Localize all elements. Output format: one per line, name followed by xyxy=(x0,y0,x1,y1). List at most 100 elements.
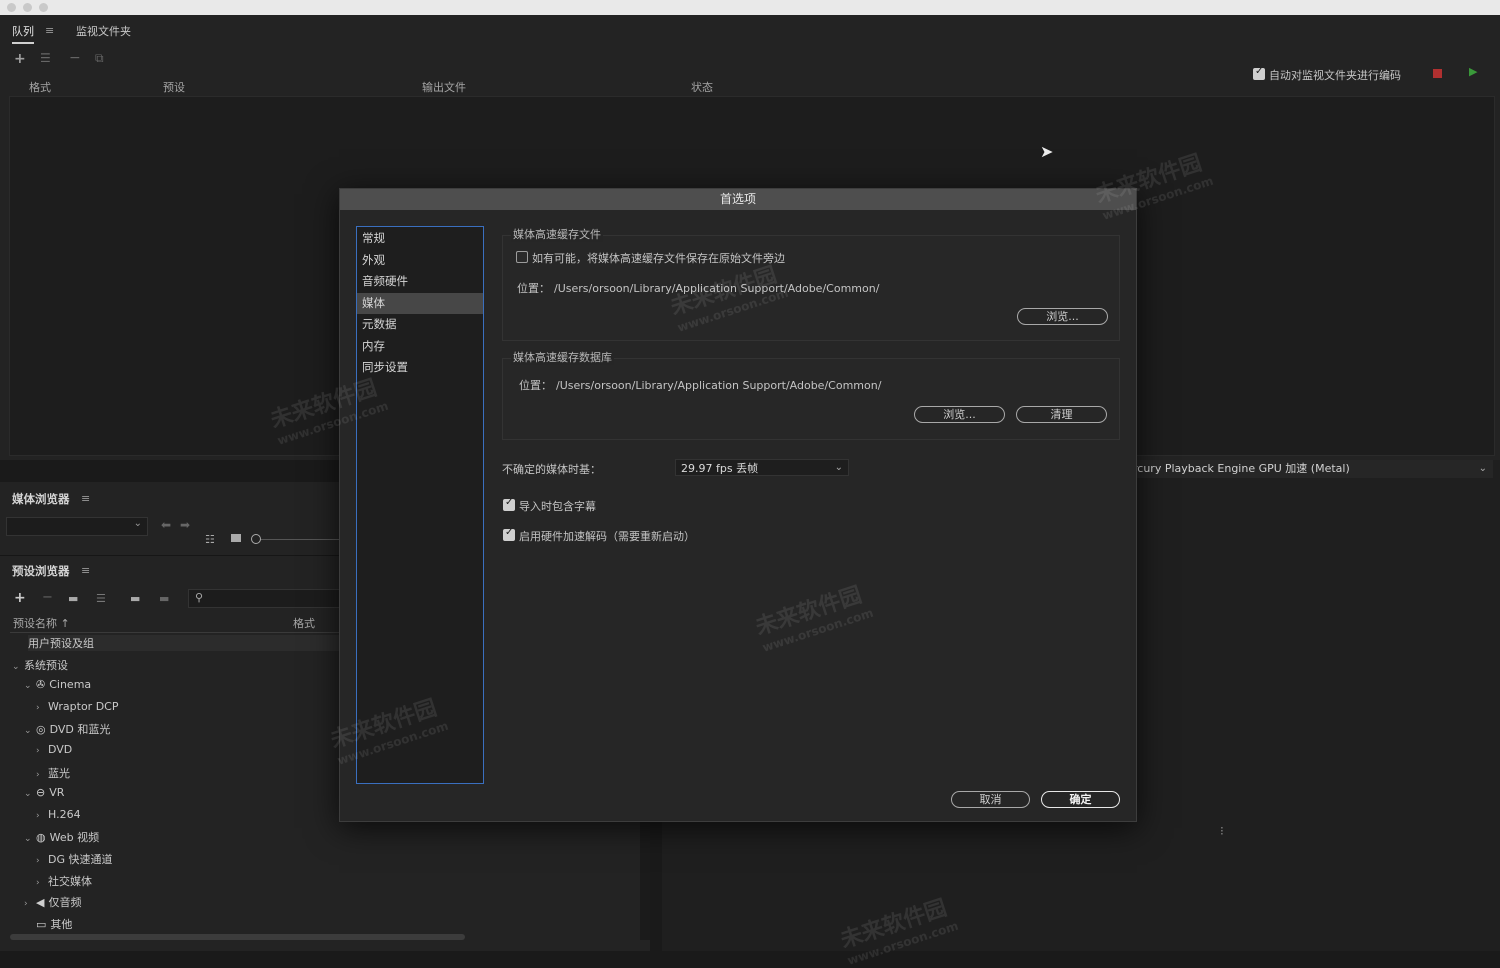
forward-arrow-icon[interactable]: ➡ xyxy=(180,518,190,532)
minimize-window-button[interactable] xyxy=(23,3,32,12)
ok-button[interactable]: 确定 xyxy=(1041,791,1120,808)
chevron-right-icon[interactable]: › xyxy=(36,811,48,821)
category-item[interactable]: 常规 xyxy=(357,228,483,249)
preferences-dialog: 首选项 常规 外观 音频硬件 媒体 元数据 内存 同步设置 媒体高速缓存文件 如有可能，将媒… xyxy=(339,188,1137,822)
vertical-divider xyxy=(640,820,650,940)
chevron-right-icon[interactable]: › xyxy=(36,856,48,866)
preset-tree-item[interactable]: › DG 快速通道 xyxy=(36,851,113,867)
category-item[interactable]: 内存 xyxy=(357,336,483,357)
preset-settings-icon[interactable]: ☰ xyxy=(96,592,106,605)
list-view-icon[interactable]: ☷ xyxy=(205,533,215,546)
column-preset-name[interactable]: 预设名称 ↑ xyxy=(13,615,70,631)
cache-files-browse-button[interactable]: 浏览... xyxy=(1017,308,1108,325)
chevron-down-icon[interactable]: ⌄ xyxy=(24,681,36,691)
auto-encode-checkbox[interactable]: 自动对监视文件夹进行编码 xyxy=(1253,66,1401,83)
preset-tree-item[interactable]: › Wraptor DCP xyxy=(36,700,118,713)
preset-search-input[interactable]: ⚲ xyxy=(188,589,340,608)
preset-tree-item[interactable]: ⌄ ✇ Cinema xyxy=(24,678,91,691)
category-item[interactable]: 元数据 xyxy=(357,314,483,335)
cache-db-legend: 媒体高速缓存数据库 xyxy=(511,349,614,365)
panel-resize-handle-icon[interactable]: ⁝ xyxy=(1220,824,1224,838)
preset-tree-item[interactable]: › 蓝光 xyxy=(36,765,70,781)
preset-tree-item[interactable]: ⌄ ◎ DVD 和蓝光 xyxy=(24,721,110,737)
remove-preset-icon[interactable]: − xyxy=(42,590,53,605)
preset-tree-item[interactable]: › DVD xyxy=(36,743,72,756)
column-format[interactable]: 格式 xyxy=(29,79,51,95)
add-source-icon[interactable]: + xyxy=(14,51,26,67)
zoom-slider[interactable] xyxy=(256,539,340,540)
chevron-right-icon[interactable]: › xyxy=(36,770,48,780)
start-queue-button[interactable]: ▶ xyxy=(1469,65,1477,78)
category-item[interactable]: 同步设置 xyxy=(357,357,483,378)
cache-files-path: /Users/orsoon/Library/Application Suppor… xyxy=(554,282,880,295)
new-group-icon[interactable]: ▬ xyxy=(68,592,78,605)
preset-tree-label: Wraptor DCP xyxy=(48,699,119,713)
chevron-right-icon[interactable]: › xyxy=(36,703,48,713)
chevron-down-icon[interactable]: ⌄ xyxy=(24,726,36,736)
cache-db-browse-button[interactable]: 浏览... xyxy=(914,406,1005,423)
column-output-file[interactable]: 输出文件 xyxy=(422,79,466,95)
chevron-down-icon[interactable]: ⌄ xyxy=(12,662,24,672)
preset-tree-label: 蓝光 xyxy=(48,766,70,780)
media-browser-menu-icon[interactable]: ≡ xyxy=(81,492,90,505)
preset-browser-menu-icon[interactable]: ≡ xyxy=(81,564,90,577)
preset-tree-item[interactable]: ⌄ ◍ Web 视频 xyxy=(24,829,99,845)
include-captions-checkbox[interactable]: 导入时包含字幕 xyxy=(503,497,596,514)
tab-queue[interactable]: 队列 xyxy=(12,23,34,44)
settings-list-icon[interactable]: ☰ xyxy=(40,51,51,65)
include-captions-label: 导入时包含字幕 xyxy=(519,500,596,513)
category-item[interactable]: 媒体 xyxy=(357,292,483,314)
chevron-down-icon[interactable]: ⌄ xyxy=(24,789,36,799)
queue-menu-icon[interactable]: ≡ xyxy=(45,24,54,37)
timebase-label: 不确定的媒体时基： xyxy=(502,463,601,476)
save-cache-next-to-originals-label: 如有可能，将媒体高速缓存文件保存在原始文件旁边 xyxy=(532,252,785,265)
remove-icon[interactable]: − xyxy=(69,50,81,66)
stop-queue-button[interactable] xyxy=(1433,69,1442,78)
chevron-down-icon[interactable]: ⌄ xyxy=(24,834,36,844)
preset-tree-item[interactable]: › 社交媒体 xyxy=(36,873,92,889)
hardware-decode-label: 启用硬件加速解码（需要重新启动） xyxy=(519,530,695,543)
timebase-dropdown[interactable]: 29.97 fps 丢帧 ⌄ xyxy=(675,459,849,476)
zoom-slider-handle[interactable] xyxy=(251,534,261,544)
preset-tree-label: 社交媒体 xyxy=(48,874,92,888)
preset-tree-item[interactable]: ⌄ ⊖ VR xyxy=(24,786,64,799)
save-cache-next-to-originals-checkbox[interactable]: 如有可能，将媒体高速缓存文件保存在原始文件旁边 xyxy=(516,250,785,266)
close-window-button[interactable] xyxy=(7,3,16,12)
horizontal-scrollbar[interactable] xyxy=(10,934,465,940)
category-item[interactable]: 音频硬件 xyxy=(357,271,483,292)
add-preset-icon[interactable]: + xyxy=(14,590,26,606)
cache-db-clean-button[interactable]: 清理 xyxy=(1016,406,1107,423)
preset-tree-item[interactable]: ▭ 其他 xyxy=(24,916,72,932)
hardware-decode-checkbox[interactable]: 启用硬件加速解码（需要重新启动） xyxy=(503,527,695,544)
checkbox-icon xyxy=(503,527,515,541)
cache-db-group xyxy=(502,358,1120,440)
export-preset-icon[interactable]: ▬ xyxy=(159,592,169,605)
tab-watch-folders[interactable]: 监视文件夹 xyxy=(76,23,131,39)
duplicate-icon[interactable]: ⧉ xyxy=(95,51,104,66)
preset-tree-item[interactable]: › ◀ 仅音频 xyxy=(24,894,81,910)
preset-tree-label: Web 视频 xyxy=(49,831,100,845)
preset-tree-label: VR xyxy=(49,786,65,800)
cancel-button[interactable]: 取消 xyxy=(951,791,1030,808)
chevron-right-icon[interactable]: › xyxy=(36,878,48,888)
preset-tree-label: 系统预设 xyxy=(24,658,68,672)
globe-icon: ◍ xyxy=(36,831,46,845)
category-item[interactable]: 外观 xyxy=(357,250,483,271)
column-preset[interactable]: 预设 xyxy=(163,79,185,95)
back-arrow-icon[interactable]: ⬅ xyxy=(161,518,171,532)
preset-tree-item[interactable]: › H.264 xyxy=(36,808,81,821)
media-location-dropdown[interactable]: ⌄ xyxy=(6,517,148,536)
zoom-window-button[interactable] xyxy=(39,3,48,12)
preset-tree-item[interactable]: ⌄ 系统预设 xyxy=(12,657,68,673)
column-preset-format[interactable]: 格式 xyxy=(293,615,315,631)
chevron-down-icon: ⌄ xyxy=(834,462,843,473)
chevron-right-icon[interactable]: › xyxy=(24,899,36,909)
preset-tree-label: 用户预设及组 xyxy=(28,637,94,650)
vr-icon: ⊖ xyxy=(36,786,46,800)
thumbnail-view-icon[interactable] xyxy=(231,534,241,542)
renderer-dropdown[interactable]: rcury Playback Engine GPU 加速 (Metal) ⌄ xyxy=(1125,460,1493,478)
chevron-right-icon[interactable]: › xyxy=(36,746,48,756)
import-preset-icon[interactable]: ▬ xyxy=(130,592,140,605)
location-label: 位置： xyxy=(519,379,552,392)
column-status[interactable]: 状态 xyxy=(691,79,713,95)
